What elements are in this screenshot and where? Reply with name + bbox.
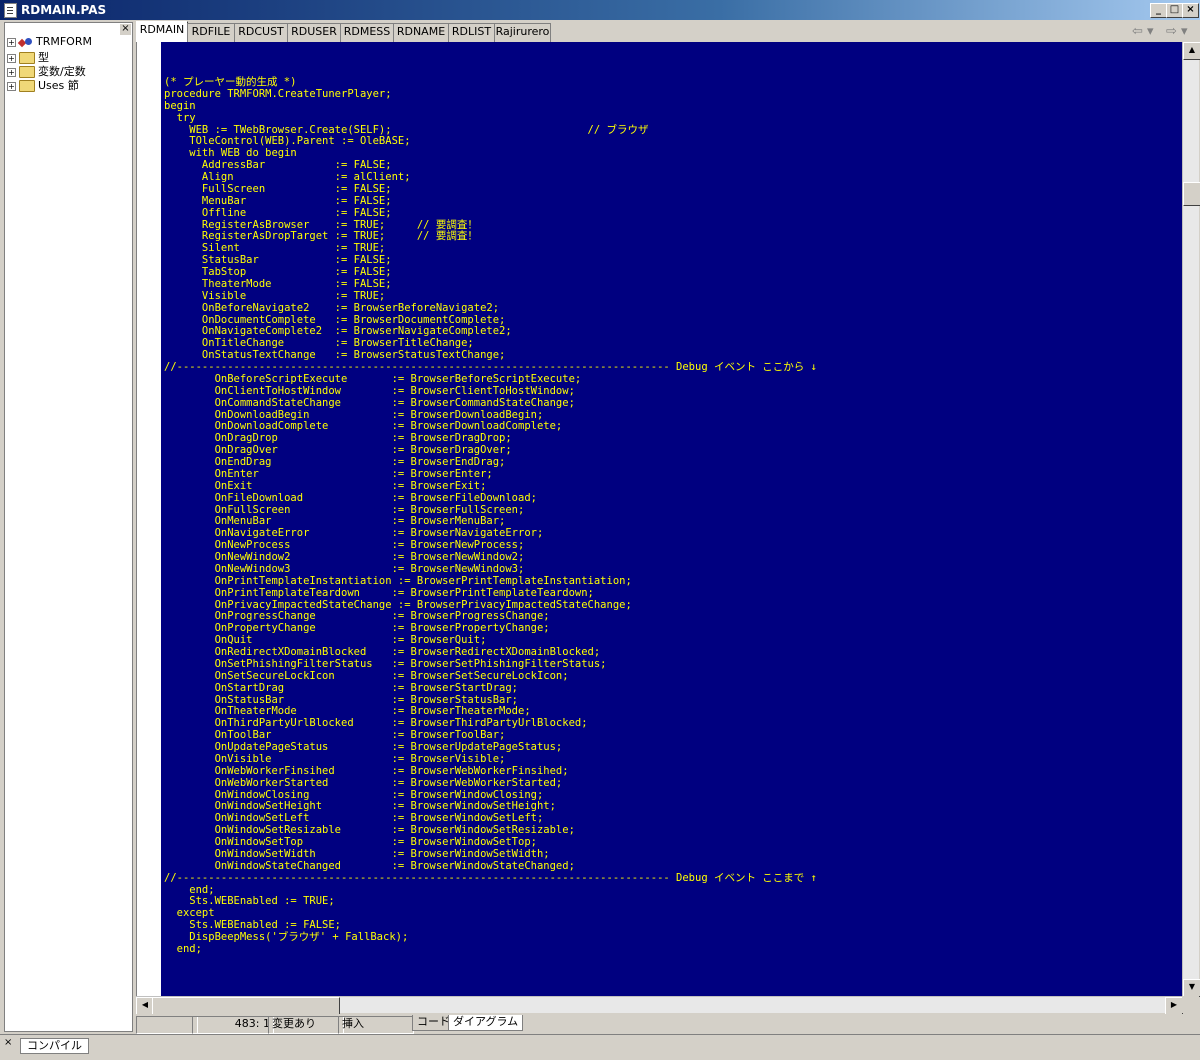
- tree-item-trmform[interactable]: + TRMFORM: [7, 35, 92, 50]
- structure-tree: + TRMFORM + 型 + 変数/定数 + Uses 節: [4, 22, 133, 1032]
- cursor-position: 483: 1: [192, 1016, 274, 1034]
- tree-item-variables[interactable]: + 変数/定数: [7, 63, 86, 78]
- scroll-up-icon[interactable]: ▲: [1183, 42, 1200, 60]
- tab-rdname[interactable]: RDNAME: [393, 23, 449, 42]
- horizontal-scroll-thumb[interactable]: [152, 997, 340, 1015]
- tree-item-label: TRMFORM: [36, 35, 92, 48]
- file-tab-bar: RDMAIN RDFILE RDCUST RDUSER RDMESS RDNAM…: [136, 20, 1200, 43]
- code-area[interactable]: (* プレーヤー動的生成 *) procedure TRMFORM.Create…: [161, 42, 1183, 996]
- minimize-button[interactable]: _: [1150, 3, 1167, 18]
- scroll-down-icon[interactable]: ▼: [1183, 979, 1200, 997]
- maximize-button[interactable]: □: [1166, 3, 1183, 18]
- expand-icon[interactable]: +: [7, 37, 16, 47]
- back-arrow-icon[interactable]: ⇦ ▾: [1132, 24, 1154, 39]
- tab-rajirurero[interactable]: Rajirurero: [494, 23, 551, 42]
- tab-rdmain[interactable]: RDMAIN: [136, 21, 188, 43]
- form-icon: [19, 37, 33, 48]
- close-button[interactable]: ×: [1182, 3, 1199, 18]
- vertical-scrollbar[interactable]: ▲ ▼: [1182, 42, 1200, 997]
- tree-item-types[interactable]: + 型: [7, 49, 49, 64]
- message-pane: × コンパイル: [0, 1034, 1200, 1060]
- expand-icon[interactable]: +: [7, 81, 16, 91]
- tab-rdcust[interactable]: RDCUST: [234, 23, 288, 42]
- tab-rduser[interactable]: RDUSER: [287, 23, 341, 42]
- expand-icon[interactable]: +: [7, 53, 16, 63]
- editor-gutter: [137, 42, 161, 996]
- insert-mode-status: 挿入: [338, 1016, 414, 1034]
- source-code[interactable]: (* プレーヤー動的生成 *) procedure TRMFORM.Create…: [164, 76, 817, 956]
- tree-item-uses[interactable]: + Uses 節: [7, 77, 79, 92]
- status-blank-panel: [136, 1016, 198, 1034]
- tab-rdfile[interactable]: RDFILE: [187, 23, 235, 42]
- forward-arrow-icon[interactable]: ⇨ ▾: [1166, 24, 1188, 39]
- modified-status: 変更あり: [268, 1016, 344, 1034]
- message-pane-close-icon[interactable]: ×: [4, 1037, 12, 1048]
- scroll-right-icon[interactable]: ▶: [1165, 997, 1183, 1015]
- editor-status-bar: 483: 1 変更あり 挿入 コード ダイアグラム: [136, 1014, 1200, 1034]
- folder-icon: [19, 80, 35, 92]
- code-editor[interactable]: (* プレーヤー動的生成 *) procedure TRMFORM.Create…: [136, 42, 1183, 996]
- document-icon: [4, 3, 17, 18]
- expand-icon[interactable]: +: [7, 67, 16, 77]
- tab-rdlist[interactable]: RDLIST: [448, 23, 495, 42]
- tab-rdmess[interactable]: RDMESS: [340, 23, 394, 42]
- vertical-scroll-thumb[interactable]: [1183, 182, 1200, 206]
- title-bar: RDMAIN.PAS _ □ ×: [0, 0, 1200, 20]
- tree-close-icon[interactable]: ×: [120, 24, 131, 35]
- tab-compile[interactable]: コンパイル: [20, 1038, 89, 1054]
- scrollbar-corner: [1182, 996, 1199, 1013]
- tab-diagram[interactable]: ダイアグラム: [448, 1015, 524, 1031]
- horizontal-scrollbar[interactable]: ◀ ▶: [136, 996, 1183, 1015]
- window-title: RDMAIN.PAS: [21, 3, 107, 17]
- tree-item-label: Uses 節: [38, 79, 79, 92]
